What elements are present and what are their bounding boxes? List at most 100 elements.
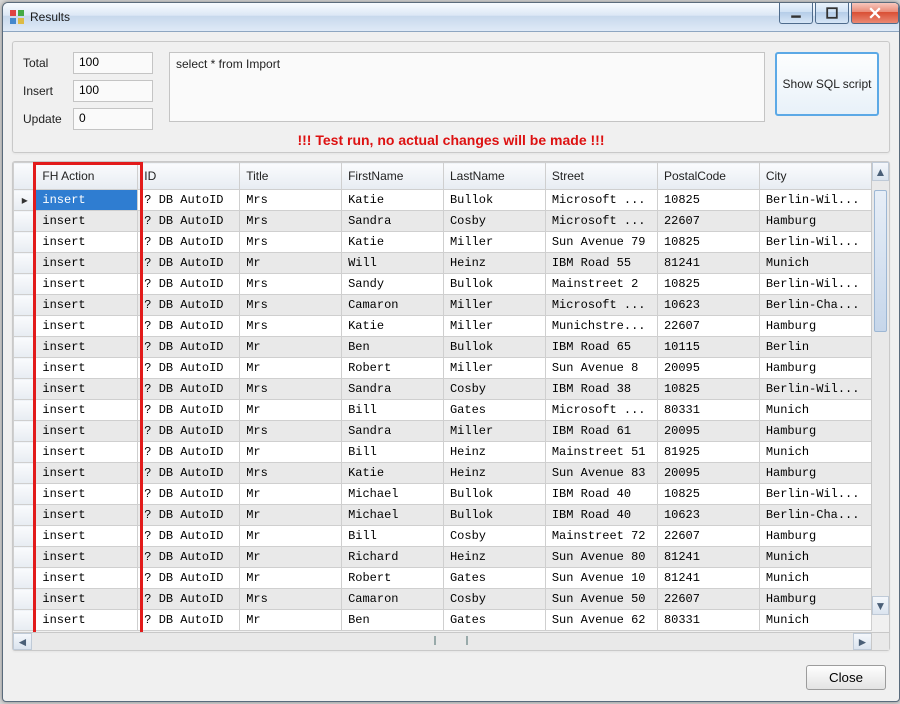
row-selector[interactable]: [14, 211, 36, 232]
cell-postalcode[interactable]: 81241: [657, 253, 759, 274]
cell-id[interactable]: ? DB AutoID: [138, 316, 240, 337]
cell-id[interactable]: ? DB AutoID: [138, 190, 240, 211]
cell-title[interactable]: Mr: [240, 253, 342, 274]
cell-city[interactable]: Berlin-Cha...: [759, 505, 871, 526]
cell-street[interactable]: IBM Road 65: [545, 337, 657, 358]
cell-firstname[interactable]: Sandra: [342, 211, 444, 232]
cell-title[interactable]: Mrs: [240, 589, 342, 610]
cell-fh-action[interactable]: insert: [36, 610, 138, 631]
cell-id[interactable]: ? DB AutoID: [138, 358, 240, 379]
cell-fh-action[interactable]: insert: [36, 589, 138, 610]
cell-title[interactable]: Mr: [240, 547, 342, 568]
col-lastname[interactable]: LastName: [443, 163, 545, 190]
cell-lastname[interactable]: Cosby: [443, 589, 545, 610]
cell-id[interactable]: ? DB AutoID: [138, 484, 240, 505]
cell-firstname[interactable]: Katie: [342, 463, 444, 484]
cell-id[interactable]: ? DB AutoID: [138, 547, 240, 568]
table-row[interactable]: insert? DB AutoIDMrsSandraMillerIBM Road…: [14, 421, 872, 442]
cell-street[interactable]: IBM Road 61: [545, 421, 657, 442]
table-row[interactable]: insert? DB AutoIDMrMichaelBullokIBM Road…: [14, 505, 872, 526]
cell-city[interactable]: Berlin-Cha...: [759, 295, 871, 316]
cell-street[interactable]: Microsoft ...: [545, 211, 657, 232]
cell-postalcode[interactable]: 10825: [657, 379, 759, 400]
row-selector[interactable]: [14, 232, 36, 253]
cell-id[interactable]: ? DB AutoID: [138, 400, 240, 421]
cell-street[interactable]: Sun Avenue 50: [545, 589, 657, 610]
cell-fh-action[interactable]: insert: [36, 400, 138, 421]
cell-id[interactable]: ? DB AutoID: [138, 505, 240, 526]
cell-city[interactable]: Hamburg: [759, 463, 871, 484]
cell-street[interactable]: Sun Avenue 10: [545, 568, 657, 589]
cell-firstname[interactable]: Katie: [342, 316, 444, 337]
table-row[interactable]: insert? DB AutoIDMrRobertMillerSun Avenu…: [14, 358, 872, 379]
cell-firstname[interactable]: Camaron: [342, 295, 444, 316]
sql-query-box[interactable]: select * from Import: [169, 52, 765, 122]
col-id[interactable]: ID: [138, 163, 240, 190]
cell-street[interactable]: Sun Avenue 8: [545, 358, 657, 379]
cell-fh-action[interactable]: insert: [36, 526, 138, 547]
cell-fh-action[interactable]: insert: [36, 190, 138, 211]
maximize-button[interactable]: [815, 3, 849, 24]
cell-fh-action[interactable]: insert: [36, 253, 138, 274]
cell-id[interactable]: ? DB AutoID: [138, 379, 240, 400]
cell-postalcode[interactable]: 80331: [657, 610, 759, 631]
cell-postalcode[interactable]: 10825: [657, 274, 759, 295]
row-selector[interactable]: [14, 463, 36, 484]
cell-lastname[interactable]: Gates: [443, 610, 545, 631]
row-selector[interactable]: [14, 547, 36, 568]
cell-title[interactable]: Mrs: [240, 379, 342, 400]
cell-firstname[interactable]: Robert: [342, 358, 444, 379]
cell-city[interactable]: Hamburg: [759, 421, 871, 442]
cell-title[interactable]: Mr: [240, 610, 342, 631]
cell-street[interactable]: Sun Avenue 80: [545, 547, 657, 568]
cell-city[interactable]: Munich: [759, 442, 871, 463]
cell-title[interactable]: Mrs: [240, 316, 342, 337]
row-selector[interactable]: [14, 358, 36, 379]
cell-title[interactable]: Mrs: [240, 211, 342, 232]
cell-postalcode[interactable]: 81241: [657, 547, 759, 568]
row-selector[interactable]: [14, 526, 36, 547]
titlebar[interactable]: Results: [3, 3, 899, 32]
scroll-down-arrow-icon[interactable]: ▼: [872, 596, 889, 615]
scroll-right-arrow-icon[interactable]: ►: [853, 633, 872, 650]
cell-postalcode[interactable]: 22607: [657, 316, 759, 337]
cell-city[interactable]: Hamburg: [759, 526, 871, 547]
cell-id[interactable]: ? DB AutoID: [138, 274, 240, 295]
cell-fh-action[interactable]: insert: [36, 316, 138, 337]
cell-city[interactable]: Hamburg: [759, 358, 871, 379]
row-selector[interactable]: [14, 274, 36, 295]
cell-postalcode[interactable]: 81241: [657, 568, 759, 589]
cell-fh-action[interactable]: insert: [36, 337, 138, 358]
cell-lastname[interactable]: Miller: [443, 232, 545, 253]
table-row[interactable]: insert? DB AutoIDMrBenGatesSun Avenue 62…: [14, 610, 872, 631]
cell-firstname[interactable]: Sandra: [342, 421, 444, 442]
col-firstname[interactable]: FirstName: [342, 163, 444, 190]
close-button[interactable]: Close: [806, 665, 886, 690]
cell-id[interactable]: ? DB AutoID: [138, 337, 240, 358]
cell-postalcode[interactable]: 10623: [657, 295, 759, 316]
cell-fh-action[interactable]: insert: [36, 295, 138, 316]
cell-lastname[interactable]: Bullok: [443, 484, 545, 505]
col-postalcode[interactable]: PostalCode: [657, 163, 759, 190]
cell-fh-action[interactable]: insert: [36, 484, 138, 505]
cell-lastname[interactable]: Miller: [443, 421, 545, 442]
cell-firstname[interactable]: Ben: [342, 610, 444, 631]
table-row[interactable]: ▸insert? DB AutoIDMrsKatieBullokMicrosof…: [14, 190, 872, 211]
vertical-scroll-thumb[interactable]: [874, 190, 887, 332]
cell-city[interactable]: Munich: [759, 400, 871, 421]
cell-lastname[interactable]: Cosby: [443, 379, 545, 400]
cell-fh-action[interactable]: insert: [36, 442, 138, 463]
cell-title[interactable]: Mr: [240, 358, 342, 379]
table-row[interactable]: insert? DB AutoIDMrsCamaronMillerMicroso…: [14, 295, 872, 316]
cell-city[interactable]: Berlin-Wil...: [759, 379, 871, 400]
cell-city[interactable]: Hamburg: [759, 211, 871, 232]
cell-lastname[interactable]: Bullok: [443, 274, 545, 295]
cell-postalcode[interactable]: 10115: [657, 337, 759, 358]
cell-id[interactable]: ? DB AutoID: [138, 526, 240, 547]
cell-firstname[interactable]: Camaron: [342, 589, 444, 610]
cell-firstname[interactable]: Robert: [342, 568, 444, 589]
cell-fh-action[interactable]: insert: [36, 211, 138, 232]
cell-id[interactable]: ? DB AutoID: [138, 295, 240, 316]
horizontal-scrollbar[interactable]: ◄ ►: [13, 632, 889, 650]
grid-header-row[interactable]: FH Action ID Title FirstName LastName St…: [14, 163, 872, 190]
